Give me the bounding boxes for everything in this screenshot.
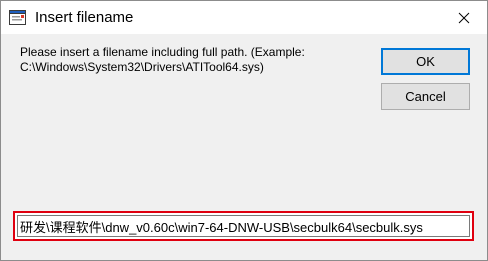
- filename-input[interactable]: [17, 215, 470, 237]
- instruction-line-2: C:\Windows\System32\Drivers\ATITool64.sy…: [20, 60, 264, 74]
- cancel-button[interactable]: Cancel: [381, 83, 470, 110]
- insert-filename-dialog: Insert filename Please insert a filename…: [0, 0, 488, 261]
- title-bar[interactable]: Insert filename: [1, 1, 487, 34]
- close-button[interactable]: [441, 1, 487, 34]
- filename-field-highlight: [13, 211, 474, 241]
- ok-button[interactable]: OK: [381, 48, 470, 75]
- close-icon: [458, 12, 470, 24]
- window-title: Insert filename: [35, 9, 134, 26]
- instruction-message: Please insert a filename including full …: [20, 45, 305, 75]
- app-window-icon: [9, 9, 26, 26]
- instruction-line-1: Please insert a filename including full …: [20, 45, 305, 59]
